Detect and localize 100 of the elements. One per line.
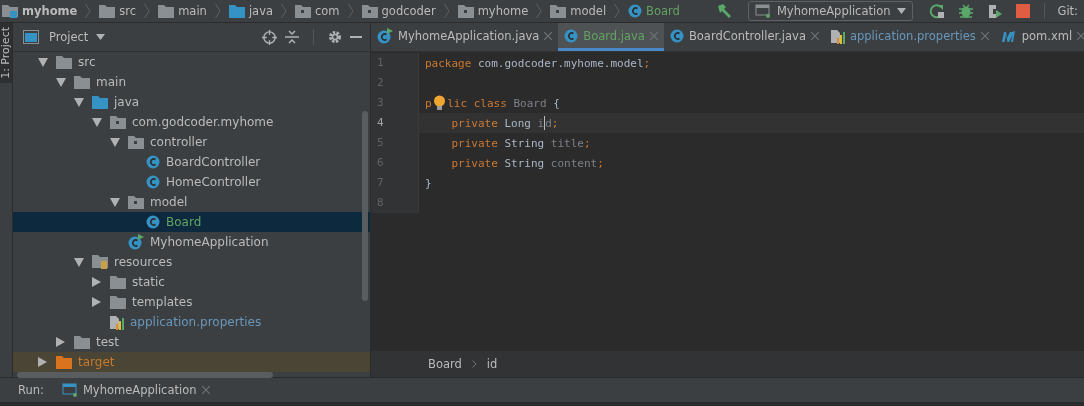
breadcrumb-item[interactable]: Board (646, 4, 680, 18)
chevron-icon (614, 3, 621, 19)
code-token: Board (513, 96, 547, 110)
folder-icon (110, 295, 126, 309)
code-token: ; (551, 116, 559, 130)
maven-icon (1000, 29, 1017, 42)
tree-item[interactable]: MyhomeApplication (13, 232, 370, 252)
run-configuration-dropdown[interactable]: MyhomeApplication (747, 1, 913, 21)
tree-item[interactable]: templates (13, 292, 370, 312)
code-token: String (504, 136, 546, 150)
tree-item-label: src (78, 55, 96, 69)
code-token: com.godcoder.myhome.model (478, 56, 644, 70)
folder-icon (158, 4, 175, 18)
tree-item-label: MyhomeApplication (150, 235, 269, 249)
properties-file-icon (110, 314, 124, 330)
tree-item[interactable]: model (13, 192, 370, 212)
tree-item-label: Board (166, 215, 202, 229)
class-icon (146, 215, 160, 229)
breadcrumb-item[interactable]: model (570, 4, 607, 18)
settings-icon[interactable] (328, 30, 342, 44)
scrollbar[interactable] (362, 111, 368, 301)
window-icon (754, 4, 771, 18)
folder-icon (457, 4, 474, 18)
breadcrumb-item[interactable]: id (486, 357, 498, 371)
tree-item-label: HomeController (166, 175, 261, 189)
breadcrumb-item[interactable]: src (119, 4, 137, 18)
run-tab[interactable]: MyhomeApplication (61, 383, 210, 397)
breadcrumb-item[interactable]: main (178, 4, 207, 18)
expanded-arrow-icon[interactable] (92, 117, 102, 127)
code-token: private (450, 156, 499, 170)
tree-item[interactable]: com.godcoder.myhome (13, 112, 370, 132)
editor-tab[interactable]: pom.xml (994, 23, 1084, 51)
module-folder-icon (2, 4, 18, 18)
class-icon (628, 4, 643, 18)
panel-title[interactable]: Project (49, 30, 89, 44)
expanded-arrow-icon[interactable] (110, 137, 120, 147)
tree-item[interactable]: main (13, 72, 370, 92)
folder-icon (361, 4, 378, 18)
tree-item[interactable]: controller (13, 132, 370, 152)
breadcrumb-item[interactable]: java (248, 4, 273, 18)
code-token: ; (583, 136, 591, 150)
class-icon (128, 234, 144, 250)
tree-item[interactable]: test (13, 332, 370, 352)
editor-tab[interactable]: BoardController.java (663, 23, 825, 51)
expanded-arrow-icon[interactable] (38, 57, 48, 67)
breadcrumb-item[interactable]: Board (428, 357, 462, 371)
tree-item[interactable]: static (13, 272, 370, 292)
collapsed-arrow-icon[interactable] (38, 357, 47, 367)
breadcrumb-item[interactable]: godcoder (381, 4, 436, 18)
expanded-arrow-icon[interactable] (110, 197, 120, 207)
collapsed-arrow-icon[interactable] (92, 297, 101, 307)
bug-icon[interactable] (957, 3, 974, 19)
tree-item-label: model (150, 195, 188, 209)
lightbulb-icon[interactable] (432, 95, 446, 111)
folder-icon (56, 55, 72, 69)
folder-icon (128, 195, 144, 209)
tree-item-label: com.godcoder.myhome (132, 115, 274, 129)
collapsed-arrow-icon[interactable] (92, 277, 101, 287)
tree-item-label: BoardController (166, 155, 261, 169)
folder-icon (128, 135, 144, 149)
caret-icon[interactable] (96, 34, 106, 40)
chevron-icon (536, 3, 543, 19)
breadcrumb-item[interactable]: myhome (477, 4, 529, 18)
breadcrumb-item[interactable]: myhome (22, 4, 78, 18)
tree-item[interactable]: resources (13, 252, 370, 272)
editor-tab[interactable]: application.properties (824, 23, 995, 51)
tree-item[interactable]: java (13, 92, 370, 112)
run-label: Run: (18, 383, 44, 397)
collapsed-arrow-icon[interactable] (56, 337, 65, 347)
editor-tab[interactable]: MyhomeApplication.java (371, 23, 559, 51)
tree-item[interactable]: HomeController (13, 172, 370, 192)
tree-item[interactable]: BoardController (13, 152, 370, 172)
chevron-icon (144, 3, 151, 19)
code-token: String (504, 156, 546, 170)
tree-item-label: main (96, 75, 126, 89)
chevron-icon (471, 360, 477, 368)
expanded-arrow-icon[interactable] (74, 97, 84, 107)
coverage-icon[interactable] (986, 3, 1003, 19)
expanded-arrow-icon[interactable] (74, 257, 84, 267)
breadcrumb-item[interactable]: com (315, 4, 340, 18)
code-token: private (450, 136, 499, 150)
tree-item[interactable]: src (13, 52, 370, 72)
tree-item-label: templates (132, 295, 193, 309)
scrollbar[interactable] (17, 372, 273, 378)
locate-icon[interactable] (262, 29, 277, 45)
collapse-all-icon[interactable] (285, 30, 299, 44)
properties-file-icon (830, 27, 845, 44)
class-icon (564, 28, 579, 43)
caret-icon (896, 8, 906, 14)
tree-item-label: test (96, 335, 120, 349)
tree-item[interactable]: target (13, 352, 370, 372)
tree-item[interactable]: application.properties (13, 312, 370, 332)
git-label: Git: (1057, 4, 1078, 18)
code-token: ; (597, 156, 604, 170)
tree-item[interactable]: Board (13, 212, 370, 232)
expanded-arrow-icon[interactable] (56, 77, 66, 87)
rerun-icon[interactable] (928, 3, 945, 19)
tree-item-label: target (78, 355, 115, 369)
stop-icon[interactable] (1015, 4, 1030, 18)
tree-item-label: java (114, 95, 140, 109)
